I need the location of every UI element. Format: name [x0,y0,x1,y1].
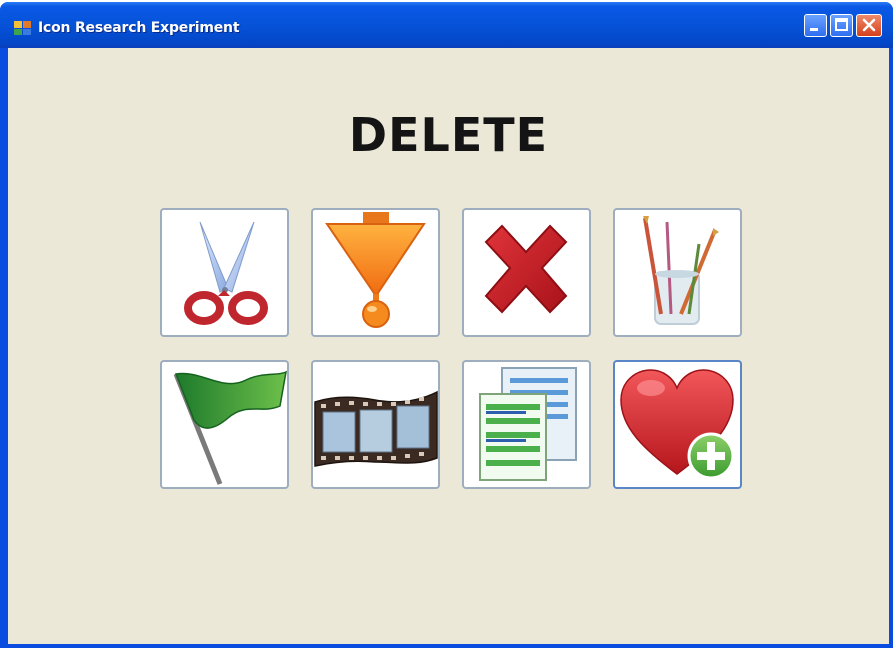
heart-add-icon [620,369,735,480]
scissors-icon [184,221,268,325]
flag-icon [173,370,287,485]
icon-option-documents[interactable] [462,360,591,489]
client-area: DELETE [8,48,889,644]
film-strip-icon [314,390,438,467]
arrow-down-icon [325,212,426,328]
icon-option-delete-x[interactable] [462,208,591,337]
icon-option-paint-brushes[interactable] [613,208,742,337]
close-button[interactable] [856,14,882,37]
paint-brushes-icon [643,216,719,325]
prompt-word: DELETE [348,108,549,162]
delete-x-icon [484,224,568,314]
window-title: Icon Research Experiment [38,20,240,36]
app-icon[interactable] [14,20,32,36]
app-window: Icon Research Experiment DELETE [0,2,893,648]
documents-icon [479,367,577,481]
icon-option-film-strip[interactable] [311,360,440,489]
icon-option-arrow-down[interactable] [311,208,440,337]
minimize-button[interactable] [804,14,827,37]
maximize-button[interactable] [830,14,853,37]
icon-option-flag[interactable] [160,360,289,489]
icon-option-scissors[interactable] [160,208,289,337]
title-bar[interactable]: Icon Research Experiment [0,2,893,48]
icon-option-heart-add[interactable] [613,360,742,489]
